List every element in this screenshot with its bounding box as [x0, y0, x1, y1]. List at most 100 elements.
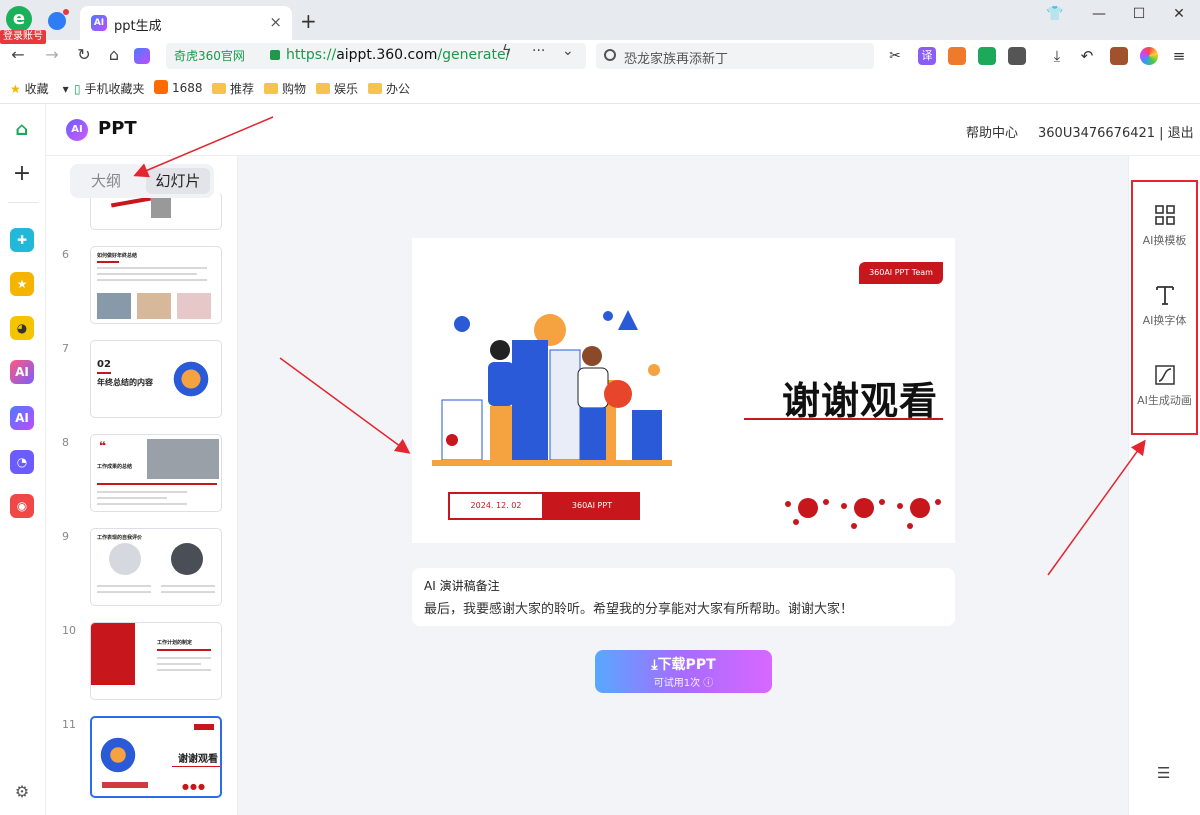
speaker-notes[interactable]: AI 演讲稿备注 最后，我要感谢大家的聆听。希望我的分享能对大家有所帮助。谢谢大… — [412, 568, 955, 626]
help-center-link[interactable]: 帮助中心 — [966, 122, 1018, 141]
thumb-decor — [102, 782, 148, 788]
tab-slides[interactable]: 幻灯片 — [146, 168, 210, 194]
thumb-decor — [157, 649, 211, 651]
slide-brand: 360AI PPT — [544, 492, 640, 520]
caret-down-icon[interactable]: ▾ — [63, 82, 69, 96]
download-label: ⤓下载PPT — [651, 657, 716, 673]
bookmark-1688[interactable]: 1688 — [154, 80, 203, 95]
thumb-line — [97, 497, 167, 499]
address-bar: ← → ↻ ⌂ 奇虎360官网 https://aippt.360.com/ge… — [0, 40, 1200, 72]
bookmark-entertainment[interactable]: 娱乐 — [316, 80, 358, 97]
tool-label: AI换模板 — [1142, 234, 1187, 247]
browser-logo-icon[interactable]: e — [6, 6, 32, 32]
bookmark-mobile[interactable]: ▯ 手机收藏夹 — [74, 80, 144, 97]
aippt-logo-icon: AI — [66, 119, 88, 141]
thumb-line — [97, 585, 151, 587]
slide-illustration — [432, 310, 672, 466]
bookmark-office[interactable]: 办公 — [368, 80, 410, 97]
slide-thumbnail-8[interactable]: ❝ 工作成果的总结 — [90, 434, 222, 512]
search-icon — [604, 49, 616, 61]
thumb-illustration — [169, 357, 213, 401]
change-template-button[interactable]: AI换模板 — [1133, 196, 1196, 266]
thumb-line — [161, 591, 215, 593]
generate-animation-button[interactable]: AI生成动画 — [1133, 356, 1196, 426]
slide-number: 11 — [62, 718, 76, 731]
bookmark-favorites[interactable]: ★ 收藏 ▾ — [10, 80, 69, 97]
slide-preview[interactable]: 360AI PPT Team 谢谢观看 2024. 12. 02 360AI P — [412, 238, 955, 543]
minimize-icon[interactable]: — — [1084, 6, 1114, 22]
new-tab-button[interactable]: + — [300, 9, 317, 33]
app-robot-icon[interactable]: ◕ — [10, 316, 34, 340]
phone-icon: ▯ — [74, 82, 81, 96]
thumb-title: 工作成果的总结 — [97, 464, 133, 470]
slide-thumbnail-7[interactable]: 02 年终总结的内容 — [90, 340, 222, 418]
app-aippt-icon[interactable]: AI — [10, 406, 34, 430]
font-icon — [1156, 286, 1174, 305]
main-stage: 360AI PPT Team 谢谢观看 2024. 12. 02 360AI P — [238, 156, 1128, 815]
slide-date: 2024. 12. 02 — [448, 492, 544, 520]
page-title: PPT — [98, 118, 137, 139]
compass-icon[interactable] — [48, 9, 69, 30]
color-extension-icon[interactable] — [1140, 47, 1158, 65]
browser-tabbar: e AI ppt生成 × + 👕 — ☐ ✕ — [0, 0, 1200, 40]
menu-icon[interactable]: ≡ — [1170, 47, 1188, 65]
tab-outline[interactable]: 大纲 — [74, 168, 138, 194]
tab-close-icon[interactable]: × — [269, 13, 282, 31]
slide-thumbnail-6[interactable]: 如何做好年终总结 — [90, 246, 222, 324]
collapse-menu-icon[interactable]: ☰ — [1157, 764, 1170, 782]
thumb-title: 年终总结的内容 — [97, 378, 153, 387]
app-ai-icon[interactable]: AI — [10, 360, 34, 384]
slide-number: 6 — [62, 248, 69, 261]
forward-icon[interactable]: → — [42, 45, 62, 64]
browser-tab[interactable]: AI ppt生成 × — [80, 6, 292, 40]
download-ppt-button[interactable]: ⤓下载PPT 可试用1次 ⓘ — [595, 650, 772, 693]
info-icon: ⓘ — [703, 678, 714, 689]
thumb-line — [97, 591, 151, 593]
bookmark-recommend[interactable]: 推荐 — [212, 80, 254, 97]
home-icon[interactable]: ⌂ — [104, 45, 124, 64]
translate-icon[interactable]: 译 — [918, 47, 936, 65]
maximize-icon[interactable]: ☐ — [1124, 6, 1154, 22]
thumb-dots: ●●● — [182, 782, 206, 791]
notes-text: 最后，我要感谢大家的聆听。希望我的分享能对大家有所帮助。谢谢大家！ — [424, 602, 854, 617]
close-window-icon[interactable]: ✕ — [1164, 6, 1194, 22]
slide-thumbnail-11[interactable]: 谢谢观看 ●●● — [90, 716, 222, 798]
change-font-button[interactable]: AI换字体 — [1133, 276, 1196, 346]
slide-underline — [744, 418, 943, 420]
more-icon[interactable]: ··· — [532, 43, 545, 59]
bookmark-shopping[interactable]: 购物 — [264, 80, 306, 97]
app-puzzle-icon[interactable]: ✚ — [10, 228, 34, 252]
lightning-icon[interactable]: ϟ — [502, 43, 511, 59]
download-icon[interactable]: ⤓ — [1048, 47, 1066, 65]
app-bot-icon[interactable]: ◔ — [10, 450, 34, 474]
undo-icon[interactable]: ↶ — [1078, 47, 1096, 65]
url-field[interactable]: 奇虎360官网 https://aippt.360.com/generate/ — [166, 43, 586, 69]
slide-thumbnail-9[interactable]: 工作表现的自我评价 — [90, 528, 222, 606]
briefcase-icon[interactable] — [1110, 47, 1128, 65]
user-account[interactable]: 360U3476676421 | 退出 — [1038, 122, 1194, 141]
thumb-photo — [137, 293, 171, 319]
app-game-icon[interactable]: ◉ — [10, 494, 34, 518]
chevron-down-icon[interactable]: ⌄ — [562, 43, 574, 59]
reader-extension-icon[interactable] — [978, 47, 996, 65]
back-icon[interactable]: ← — [8, 45, 28, 64]
home-icon[interactable]: ⌂ — [10, 118, 34, 142]
puzzle-icon[interactable] — [1008, 47, 1026, 65]
ai-assistant-icon[interactable] — [134, 48, 150, 64]
slide-thumbnail-10[interactable]: 工作计划的制定 — [90, 622, 222, 700]
login-badge[interactable]: 登录账号 — [0, 30, 46, 44]
thumb-illustration — [98, 732, 148, 778]
thumb-index: 02 — [97, 359, 111, 370]
scissors-icon[interactable]: ✂ — [886, 47, 904, 65]
thumb-photo — [177, 293, 211, 319]
thumb-decor — [97, 483, 217, 485]
add-icon[interactable]: + — [10, 162, 34, 186]
shirt-icon[interactable]: 👕 — [1040, 6, 1070, 22]
game-extension-icon[interactable] — [948, 47, 966, 65]
search-input[interactable]: 恐龙家族再添新丁 — [596, 43, 874, 69]
1688-icon — [154, 80, 168, 94]
settings-icon[interactable]: ⚙ — [10, 780, 34, 804]
folder-icon — [368, 83, 382, 94]
reload-icon[interactable]: ↻ — [74, 45, 94, 64]
app-star-icon[interactable]: ★ — [10, 272, 34, 296]
